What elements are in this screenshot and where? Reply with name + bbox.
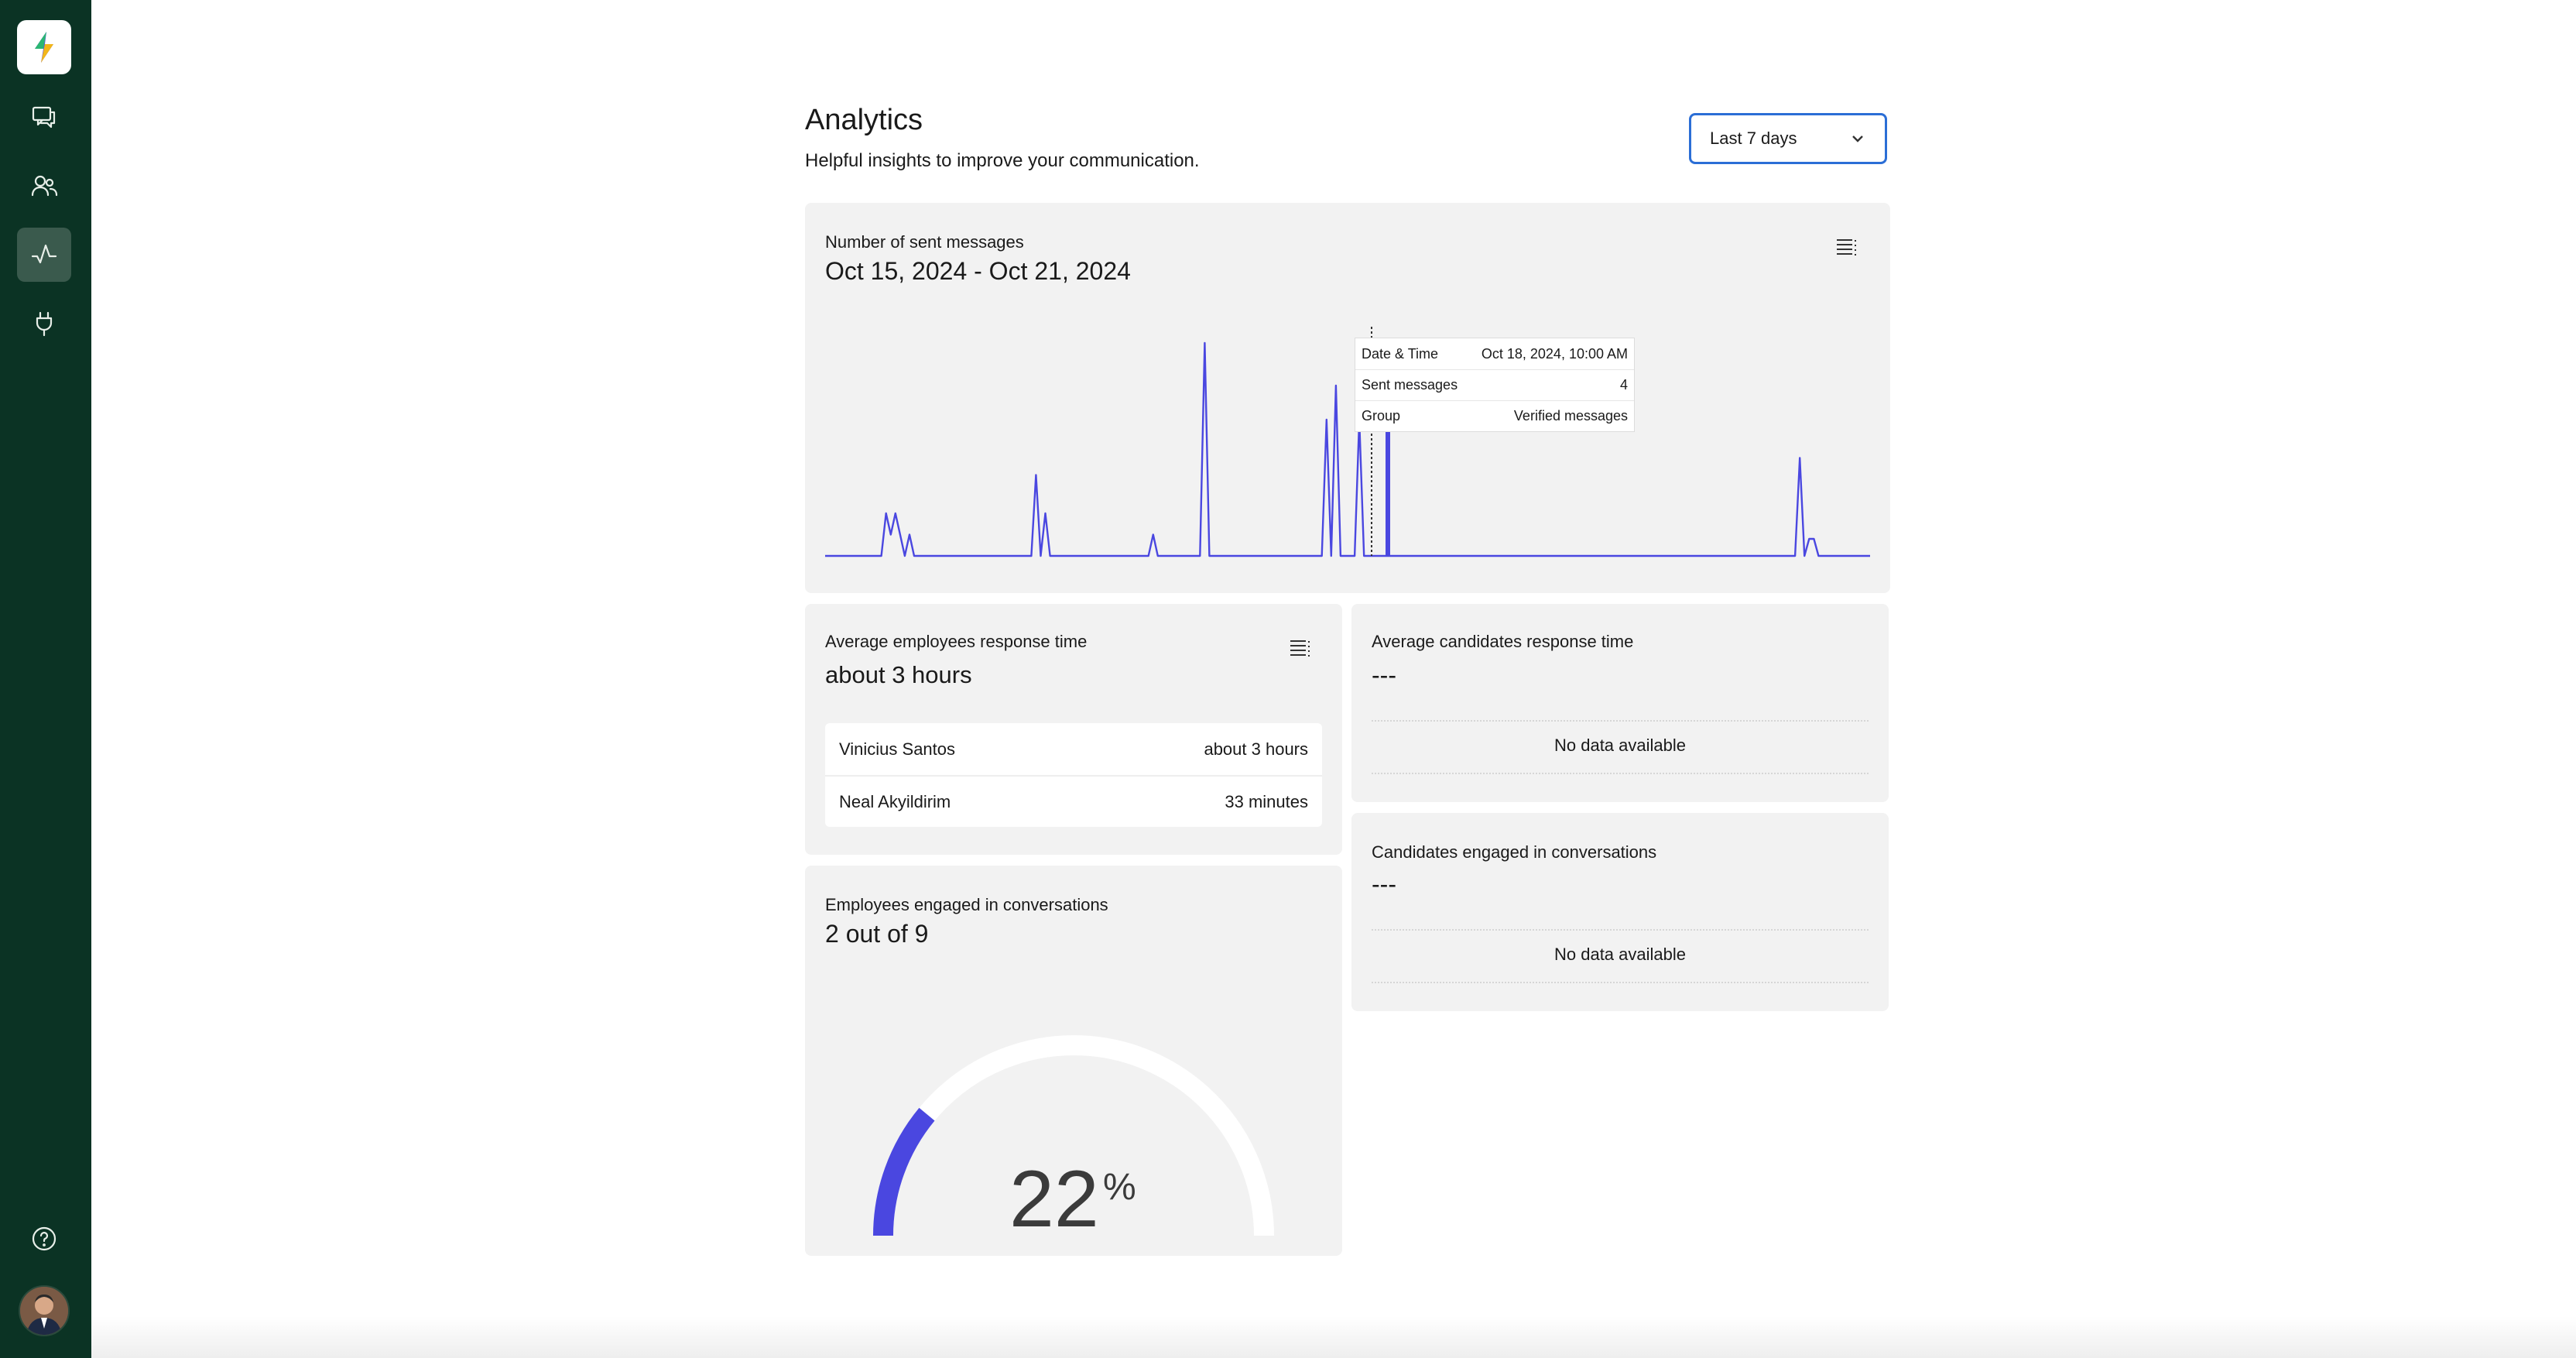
tooltip-key: Group — [1362, 408, 1401, 424]
tooltip-row-group: Group Verified messages — [1355, 400, 1634, 431]
sent-messages-card: Number of sent messages Oct 15, 2024 - O… — [805, 203, 1890, 593]
date-range-select[interactable]: Last 7 days — [1689, 113, 1887, 164]
employees-menu-button[interactable] — [1288, 636, 1311, 660]
list-menu-icon — [1290, 640, 1310, 657]
list-menu-icon — [1837, 239, 1856, 255]
plug-icon — [36, 311, 53, 337]
gauge-fill — [873, 1107, 935, 1236]
employee-response-time: about 3 hours — [1204, 739, 1308, 759]
nav-integrations[interactable] — [17, 297, 71, 351]
candidates-engaged-value: --- — [1372, 870, 1396, 898]
tooltip-value: 4 — [1619, 377, 1628, 393]
chart-tooltip: Date & Time Oct 18, 2024, 10:00 AM Sent … — [1355, 338, 1635, 432]
bolt-logo-icon — [35, 32, 53, 63]
employees-response-table: Vinicius Santos about 3 hours Neal Akyil… — [825, 723, 1322, 827]
sent-messages-chart[interactable] — [825, 319, 1870, 574]
no-data-message: No data available — [1553, 736, 1686, 755]
employees-response-label: Average employees response time — [825, 632, 1088, 651]
page-title: Analytics — [805, 104, 923, 136]
tooltip-value: Verified messages — [1513, 408, 1628, 424]
tooltip-key: Date & Time — [1362, 345, 1439, 362]
activity-icon — [31, 244, 57, 264]
chat-bubbles-icon — [32, 106, 56, 129]
user-avatar[interactable] — [19, 1285, 70, 1336]
nav-contacts[interactable] — [17, 159, 71, 213]
candidates-response-value: --- — [1372, 661, 1396, 689]
gauge-percent-value: 22 — [1009, 1154, 1099, 1244]
gauge-percent-sign: % — [1103, 1167, 1136, 1208]
employees-response-card: Average employees response time about 3 … — [805, 604, 1342, 855]
chart-menu-button[interactable] — [1834, 235, 1858, 259]
tooltip-row-datetime: Date & Time Oct 18, 2024, 10:00 AM — [1355, 338, 1634, 369]
table-row: Neal Akyildirim 33 minutes — [825, 775, 1322, 827]
users-icon — [31, 175, 58, 197]
no-data-message: No data available — [1553, 945, 1686, 964]
candidates-response-label: Average candidates response time — [1372, 632, 1634, 651]
tooltip-row-sent: Sent messages 4 — [1355, 369, 1634, 400]
sidebar — [0, 0, 91, 1358]
nav-analytics[interactable] — [17, 228, 71, 282]
employees-response-value: about 3 hours — [825, 661, 972, 688]
empty-chart-line — [1372, 773, 1869, 774]
empty-chart-line — [1372, 929, 1869, 931]
tooltip-value: Oct 18, 2024, 10:00 AM — [1481, 345, 1628, 362]
table-row: Vinicius Santos about 3 hours — [825, 723, 1322, 775]
date-range-value: Last 7 days — [1710, 129, 1797, 148]
series-line — [825, 341, 1870, 557]
empty-chart-line — [1372, 982, 1869, 983]
app-logo[interactable] — [17, 20, 71, 74]
candidates-response-card: Average candidates response time --- No … — [1351, 604, 1889, 802]
page-subtitle: Helpful insights to improve your communi… — [805, 150, 1200, 171]
employee-response-time: 33 minutes — [1225, 791, 1308, 811]
employee-name: Neal Akyildirim — [839, 791, 951, 811]
employee-name: Vinicius Santos — [839, 739, 956, 759]
help-button[interactable] — [17, 1212, 71, 1266]
tooltip-key: Sent messages — [1362, 377, 1458, 393]
candidates-engaged-card: Candidates engaged in conversations --- … — [1351, 813, 1889, 1011]
employees-engaged-card: Employees engaged in conversations 2 out… — [805, 866, 1342, 1256]
help-circle-icon — [32, 1226, 57, 1251]
candidates-engaged-label: Candidates engaged in conversations — [1372, 842, 1657, 862]
chevron-down-icon — [1852, 135, 1863, 142]
sent-messages-range: Oct 15, 2024 - Oct 21, 2024 — [825, 257, 1131, 285]
empty-chart-line — [1372, 720, 1869, 722]
nav-conversations[interactable] — [17, 90, 71, 144]
sent-messages-label: Number of sent messages — [825, 232, 1024, 252]
bottom-edge — [91, 1316, 2576, 1358]
avatar-icon — [20, 1287, 68, 1335]
